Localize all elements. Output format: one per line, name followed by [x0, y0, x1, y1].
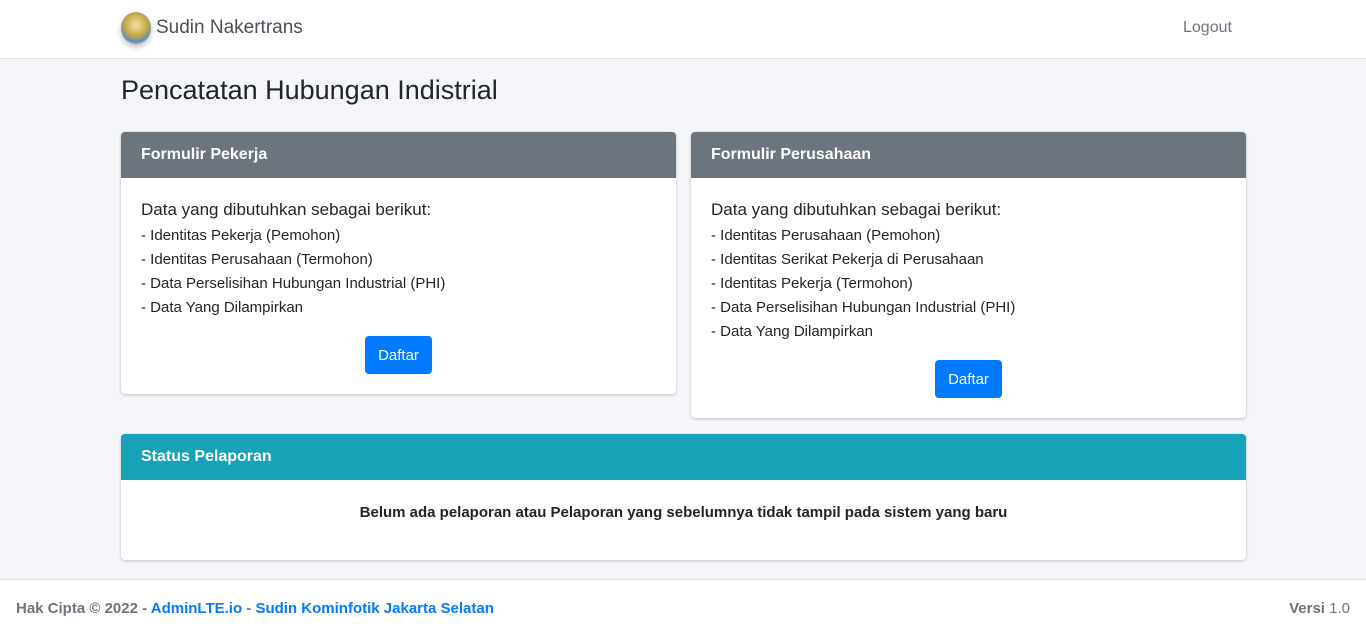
list-item: - Identitas Perusahaan (Termohon) — [141, 251, 373, 268]
list-item: - Identitas Pekerja (Pemohon) — [141, 227, 341, 244]
logout-link[interactable]: Logout — [1183, 19, 1232, 37]
list-item: - Identitas Serikat Pekerja di Perusahaa… — [711, 251, 984, 268]
list-item: - Data Yang Dilampirkan — [711, 323, 874, 340]
perusahaan-intro: Data yang dibutuhkan sebagai berikut: — [711, 200, 1002, 219]
card-header-status: Status Pelaporan — [121, 434, 1246, 480]
main-content: Pencatatan Hubungan Indistrial Formulir … — [0, 59, 1366, 580]
footer-copyright: Hak Cipta © 2022 - AdminLTE.io - Sudin K… — [16, 600, 494, 617]
footer-separator: - — [246, 600, 252, 617]
list-item: - Data Perselisihan Hubungan Industrial … — [141, 275, 446, 292]
list-item: - Data Yang Dilampirkan — [141, 299, 304, 316]
brand-logo-icon — [121, 12, 151, 44]
card-header-perusahaan: Formulir Perusahaan — [691, 132, 1246, 178]
status-message: Belum ada pelaporan atau Pelaporan yang … — [359, 504, 1008, 521]
brand-link[interactable]: Sudin Nakertrans — [121, 12, 303, 44]
card-status-pelaporan: Status Pelaporan Belum ada pelaporan ata… — [121, 434, 1246, 560]
daftar-perusahaan-button[interactable]: Daftar — [935, 360, 1002, 398]
card-formulir-pekerja: Formulir Pekerja Data yang dibutuhkan se… — [121, 132, 676, 394]
daftar-pekerja-button[interactable]: Daftar — [365, 336, 432, 374]
pekerja-intro: Data yang dibutuhkan sebagai berikut: — [141, 200, 432, 219]
copyright-text: Hak Cipta © 2022 - — [16, 600, 148, 617]
card-body-pekerja: Data yang dibutuhkan sebagai berikut: - … — [121, 178, 676, 394]
top-navbar: Sudin Nakertrans Logout — [0, 0, 1366, 59]
brand-name: Sudin Nakertrans — [156, 17, 303, 38]
list-item: - Data Perselisihan Hubungan Industrial … — [711, 299, 1016, 316]
version-label: Versi — [1289, 600, 1325, 617]
card-header-pekerja: Formulir Pekerja — [121, 132, 676, 178]
card-body-perusahaan: Data yang dibutuhkan sebagai berikut: - … — [691, 178, 1246, 418]
card-formulir-perusahaan: Formulir Perusahaan Data yang dibutuhkan… — [691, 132, 1246, 418]
footer-version: Versi 1.0 — [1289, 600, 1350, 617]
list-item: - Identitas Perusahaan (Pemohon) — [711, 227, 941, 244]
sudin-kominfotik-link[interactable]: Sudin Kominfotik Jakarta Selatan — [255, 600, 493, 617]
page-title: Pencatatan Hubungan Indistrial — [121, 75, 498, 105]
list-item: - Identitas Pekerja (Termohon) — [711, 275, 913, 292]
footer: Hak Cipta © 2022 - AdminLTE.io - Sudin K… — [0, 579, 1366, 636]
adminlte-link[interactable]: AdminLTE.io — [151, 600, 242, 617]
version-value: 1.0 — [1329, 600, 1350, 617]
